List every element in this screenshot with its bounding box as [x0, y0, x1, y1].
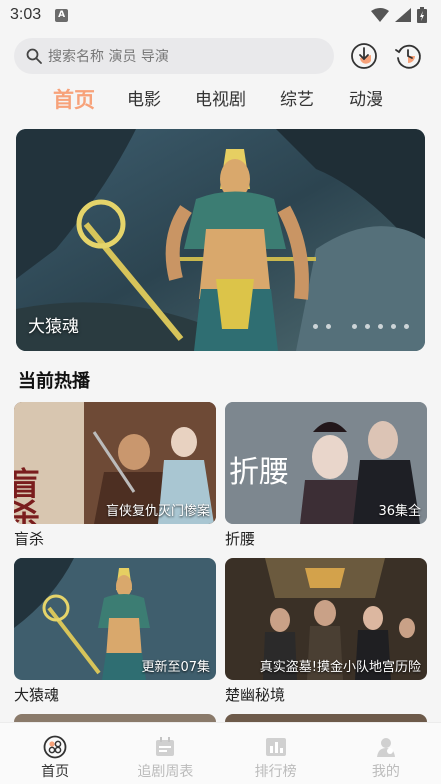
history-icon[interactable] [393, 41, 423, 71]
home-icon [43, 735, 67, 759]
calendar-icon [156, 737, 175, 756]
tab-tv-series[interactable]: 电视剧 [195, 82, 246, 118]
carousel-dot[interactable] [313, 324, 318, 329]
chart-icon [265, 738, 286, 756]
carousel-indicator [313, 324, 409, 329]
nav-label: 排行榜 [254, 764, 297, 780]
featured-banner[interactable]: 大猿魂 [16, 129, 425, 351]
nav-home[interactable]: 首页 [0, 723, 110, 784]
nav-ranking[interactable]: 排行榜 [221, 723, 331, 784]
card-title: 大猿魂 [14, 686, 60, 704]
bottom-navigation: 首页 追剧周表 排行榜 我的 [0, 722, 441, 784]
carousel-dot[interactable] [391, 324, 396, 329]
video-card[interactable]: 更新至07集 大猿魂 [14, 558, 216, 705]
tab-movie[interactable]: 电影 [127, 82, 161, 118]
wifi-icon [371, 8, 389, 22]
carousel-dot[interactable] [365, 324, 370, 329]
card-thumbnail[interactable]: 更新至07集 [14, 558, 216, 680]
battery-icon [417, 7, 427, 23]
poster-title-text: 盲杀 [14, 466, 41, 524]
card-thumbnail[interactable]: 折腰 36集全 [225, 402, 427, 524]
nav-label: 首页 [41, 764, 70, 780]
poster-title-text: 折腰 [229, 455, 289, 490]
nav-label: 追剧周表 [137, 764, 194, 780]
carousel-dot[interactable] [404, 324, 409, 329]
search-input[interactable]: 搜索名称 演员 导演 [14, 38, 334, 74]
search-placeholder: 搜索名称 演员 导演 [48, 49, 169, 65]
video-card[interactable]: 折腰 36集全 折腰 [225, 402, 427, 549]
tab-home[interactable]: 首页 [53, 82, 95, 118]
category-tabs: 首页 电影 电视剧 综艺 动漫 [0, 82, 441, 118]
nav-profile[interactable]: 我的 [331, 723, 441, 784]
card-badge: 真实盗墓!摸金小队地宫历险 [259, 660, 421, 675]
notification-icon: A [55, 8, 69, 22]
card-title: 盲杀 [14, 530, 45, 548]
nav-schedule[interactable]: 追剧周表 [110, 723, 220, 784]
card-badge: 盲侠复仇灭门惨案 [105, 504, 210, 519]
search-icon [26, 48, 42, 64]
tab-variety[interactable]: 综艺 [280, 82, 314, 118]
signal-icon [395, 8, 411, 22]
profile-icon [376, 738, 395, 757]
download-icon[interactable] [349, 41, 379, 71]
carousel-dot[interactable] [326, 324, 331, 329]
tab-anime[interactable]: 动漫 [349, 82, 383, 118]
card-thumbnail[interactable]: 盲杀 盲侠复仇灭门惨案 [14, 402, 216, 524]
status-bar: 3:03 A [0, 0, 441, 30]
carousel-dot[interactable] [378, 324, 383, 329]
section-title-now-playing: 当前热播 [18, 371, 90, 392]
card-title: 折腰 [225, 530, 256, 548]
nav-label: 我的 [371, 764, 400, 780]
video-card[interactable]: 真实盗墓!摸金小队地宫历险 楚幽秘境 [225, 558, 427, 705]
carousel-dot[interactable] [352, 324, 357, 329]
status-time: 3:03 [10, 6, 42, 23]
video-card[interactable]: 盲杀 盲侠复仇灭门惨案 盲杀 [14, 402, 216, 549]
card-thumbnail[interactable]: 真实盗墓!摸金小队地宫历险 [225, 558, 427, 680]
card-badge: 更新至07集 [141, 660, 210, 675]
card-title: 楚幽秘境 [225, 686, 286, 704]
banner-caption: 大猿魂 [28, 317, 79, 337]
card-badge: 36集全 [378, 504, 421, 519]
